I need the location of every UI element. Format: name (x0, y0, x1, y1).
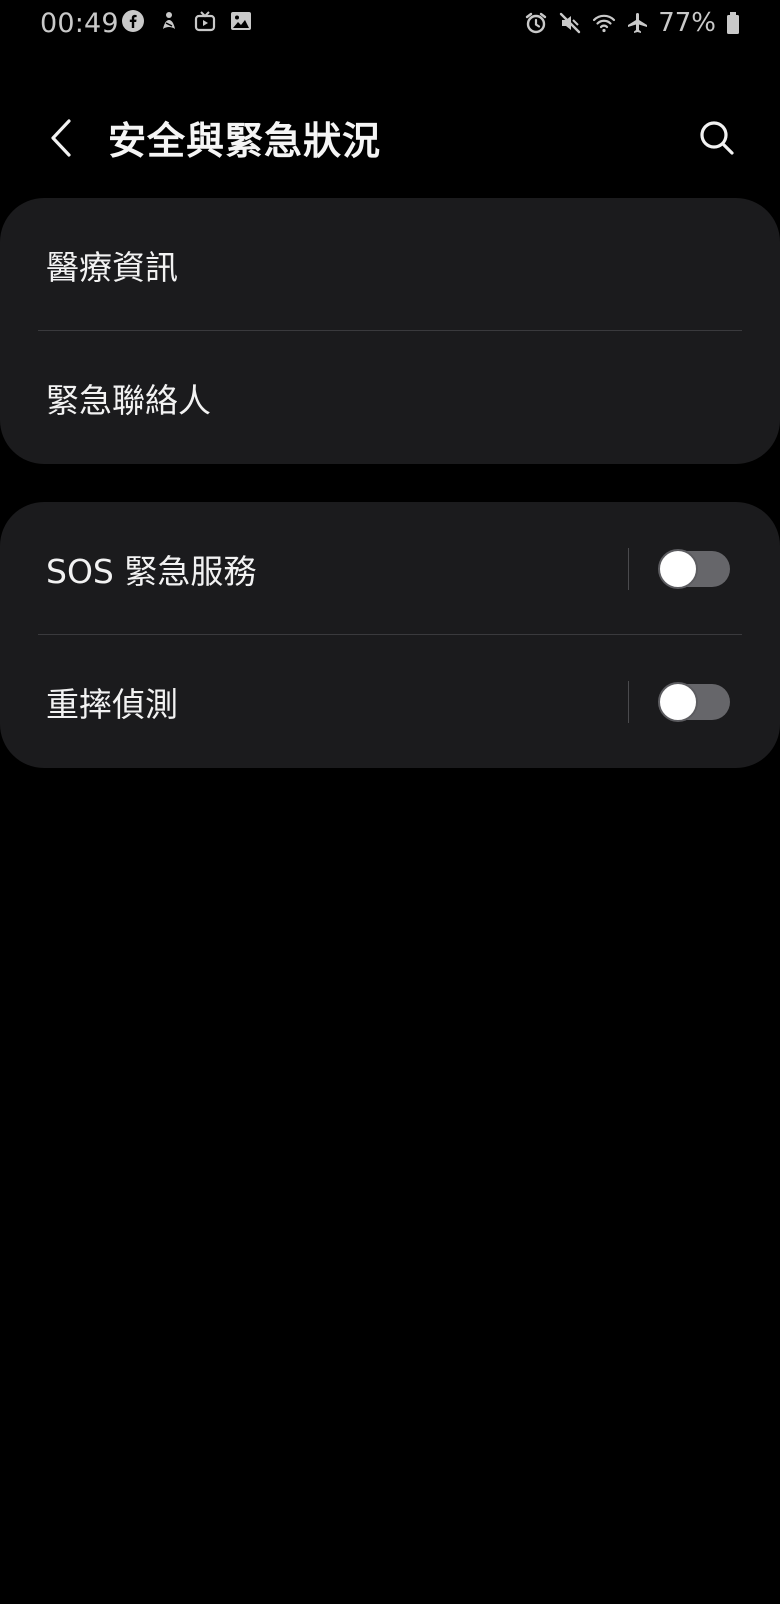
emergency-contacts-item[interactable]: 緊急聯絡人 (0, 331, 780, 464)
toggle-thumb (658, 548, 698, 589)
mute-icon (558, 11, 582, 35)
status-bar: 00:49 77% (0, 0, 780, 48)
page-title: 安全與緊急狀況 (108, 119, 382, 163)
emergency-contacts-label: 緊急聯絡人 (46, 380, 211, 420)
airplane-mode-icon (626, 11, 650, 35)
search-icon (700, 121, 734, 155)
medical-info-label: 醫療資訊 (46, 247, 178, 287)
battery-icon (726, 11, 740, 35)
sos-emergency-item[interactable]: SOS 緊急服務 (0, 502, 780, 635)
wifi-icon (592, 11, 616, 35)
settings-card-info: 醫療資訊 緊急聯絡人 (0, 198, 780, 464)
alarm-icon (524, 11, 548, 35)
back-button[interactable] (38, 112, 82, 164)
app-notification-icon (157, 9, 181, 33)
medical-info-item[interactable]: 醫療資訊 (0, 198, 780, 331)
facebook-icon (121, 9, 145, 33)
back-arrow-icon (51, 119, 71, 157)
toggle-thumb (658, 681, 698, 722)
system-status-icons: 77% (514, 8, 740, 38)
vertical-separator (628, 547, 629, 590)
battery-percentage: 77% (658, 8, 716, 38)
status-time: 00:49 (40, 8, 119, 39)
notification-icons (121, 9, 265, 33)
fall-detection-toggle[interactable] (658, 681, 730, 722)
search-button[interactable] (692, 112, 742, 164)
gallery-icon (229, 9, 253, 33)
settings-card-emergency: SOS 緊急服務 重摔偵測 (0, 502, 780, 768)
tv-icon (193, 9, 217, 33)
sos-emergency-label: SOS 緊急服務 (46, 551, 257, 591)
fall-detection-label: 重摔偵測 (46, 684, 178, 724)
app-header: 安全與緊急狀況 (0, 100, 780, 180)
vertical-separator (628, 680, 629, 723)
sos-emergency-toggle[interactable] (658, 548, 730, 589)
fall-detection-item[interactable]: 重摔偵測 (0, 635, 780, 768)
